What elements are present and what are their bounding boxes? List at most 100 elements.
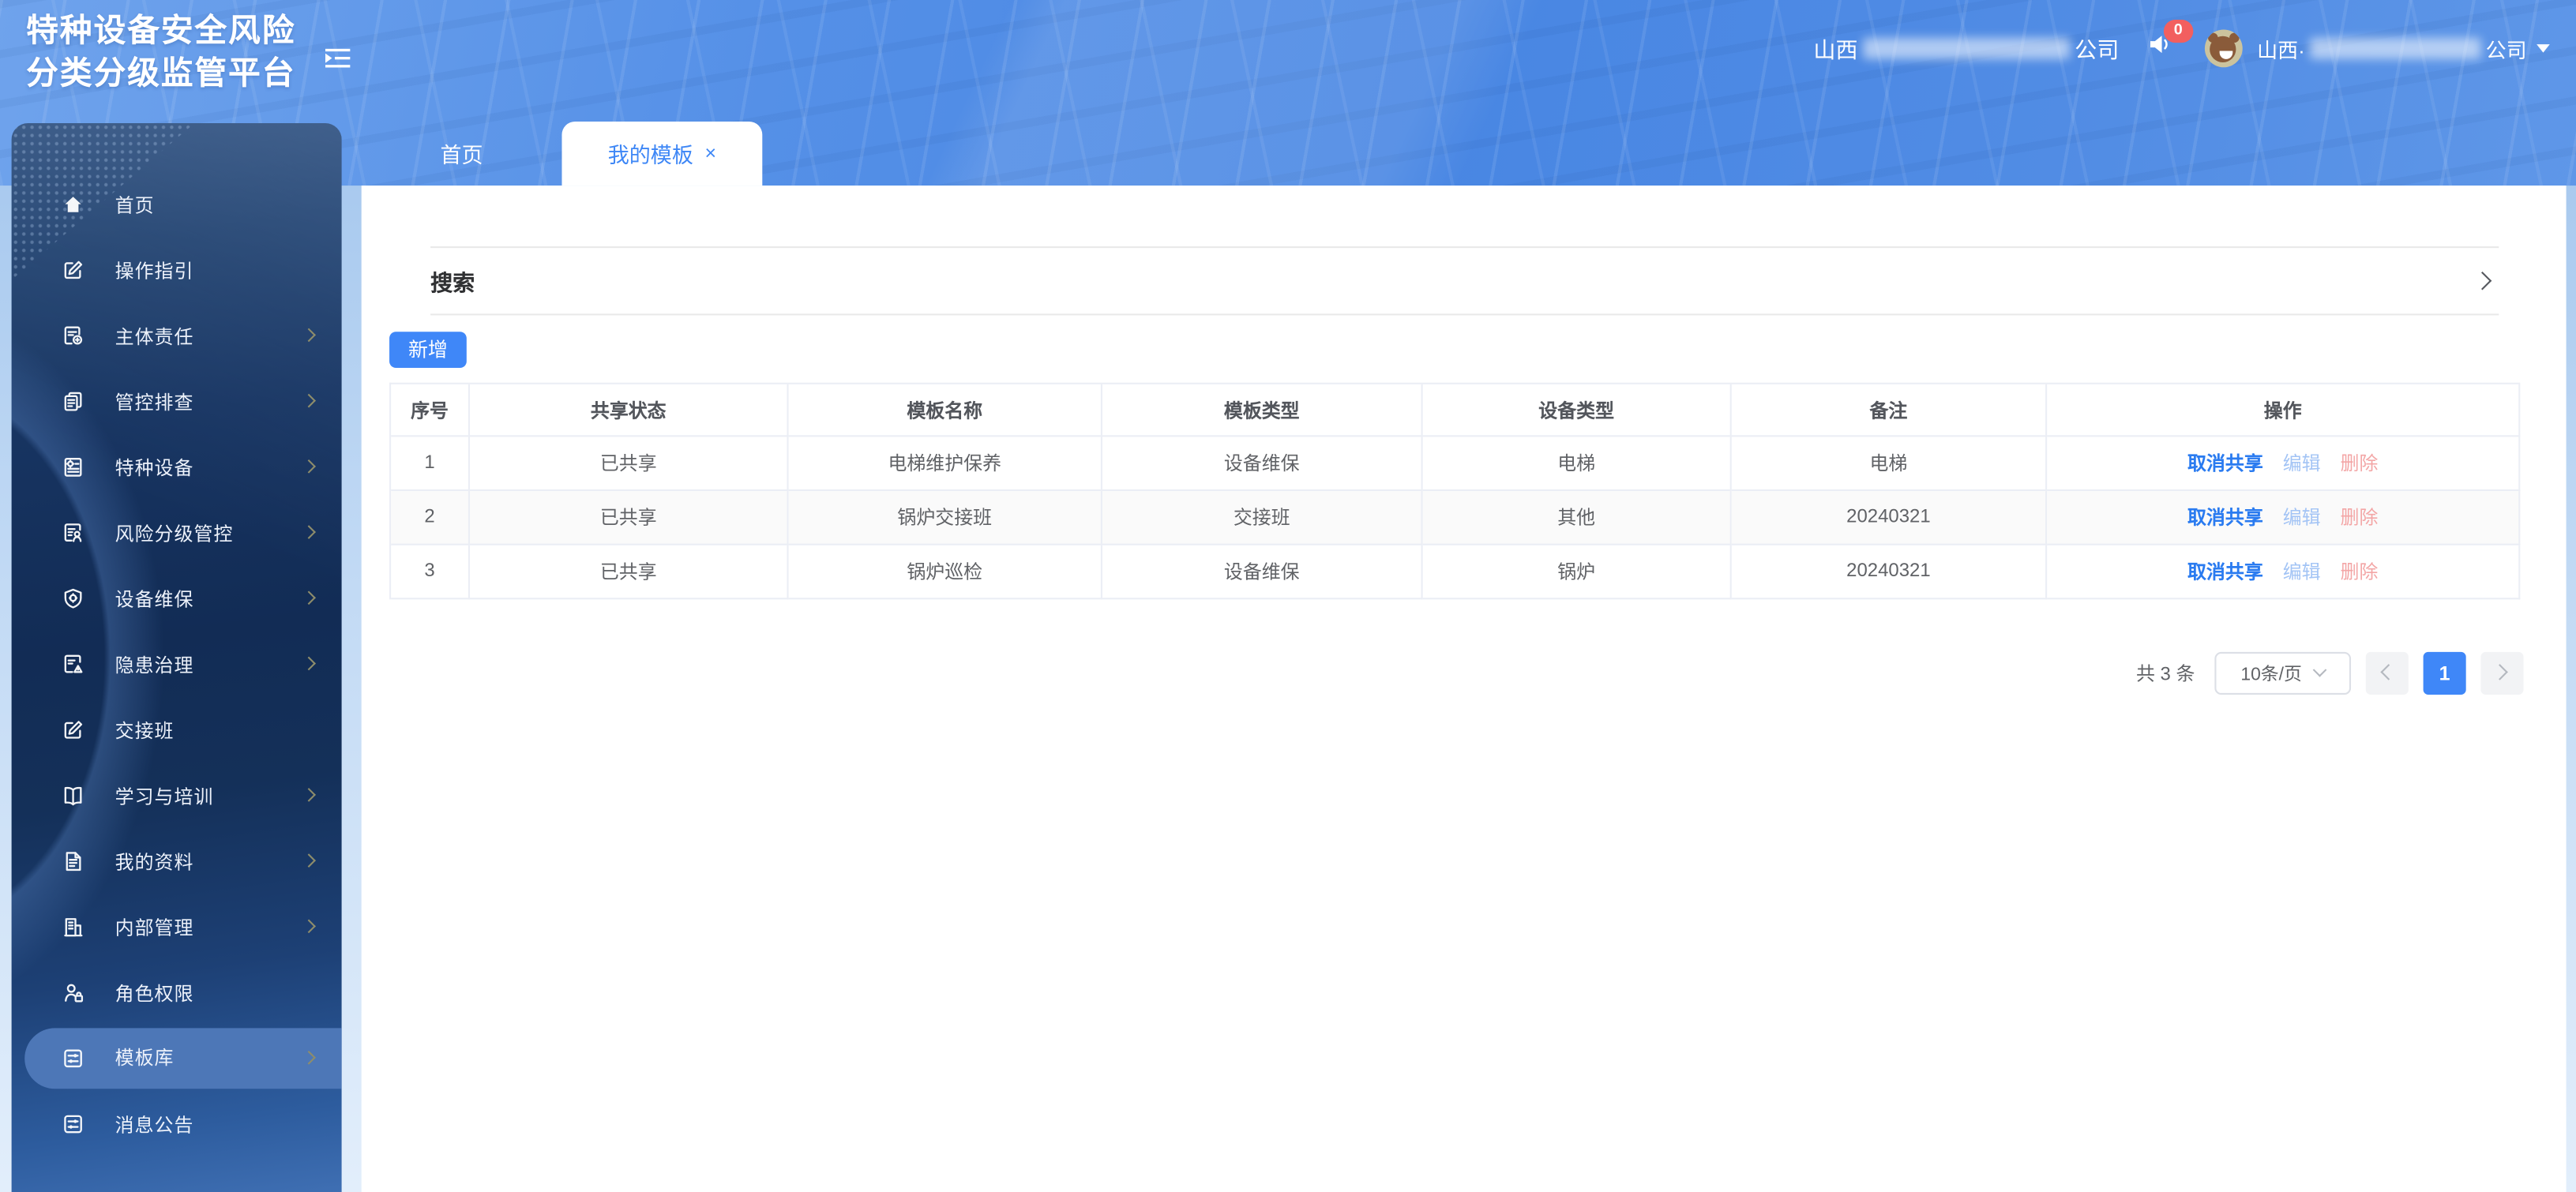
chevron-left-icon — [2382, 665, 2398, 680]
home-icon — [61, 192, 85, 216]
company-name: 山西 公司 — [1813, 36, 2120, 63]
cell-remark: 20240321 — [1731, 491, 2048, 545]
table-row: 2 已共享 锅炉交接班 交接班 其他 20240321 取消共享 编辑 删除 — [391, 491, 2521, 545]
cancel-share-link[interactable]: 取消共享 — [2187, 504, 2263, 530]
company-name-redacted — [1862, 36, 2070, 58]
pages-icon — [61, 389, 85, 414]
cell-no: 1 — [391, 437, 470, 492]
column-header: 操作 — [2047, 384, 2521, 437]
doc-lines-icon — [61, 849, 85, 874]
cell-share-status: 已共享 — [469, 437, 789, 492]
next-page-button[interactable] — [2480, 650, 2524, 694]
sidebar-item-learning-training[interactable]: 学习与培训 — [12, 763, 342, 828]
chevron-right-icon — [2492, 665, 2507, 680]
cell-share-status: 已共享 — [469, 491, 789, 545]
sidebar-item-announcements[interactable]: 消息公告 — [12, 1091, 342, 1156]
tab-bar: 首页 我的模板 × — [362, 120, 763, 186]
sidebar-item-special-equipment[interactable]: 特种设备 — [12, 434, 342, 500]
sidebar-item-operation-guide[interactable]: 操作指引 — [12, 238, 342, 303]
chevron-right-icon — [302, 393, 316, 408]
tab-my-templates[interactable]: 我的模板 × — [561, 120, 763, 186]
cell-template-type: 设备维保 — [1102, 437, 1423, 492]
pagination: 共 3 条 10条/页 1 — [2136, 650, 2524, 695]
tab-close-icon[interactable]: × — [704, 143, 716, 163]
add-button[interactable]: 新增 — [389, 331, 467, 367]
templates-table: 序号 共享状态 模板名称 模板类型 设备类型 备注 操作 1 已共享 电梯维护保… — [389, 382, 2521, 600]
sidebar-item-control-inspection[interactable]: 管控排查 — [12, 369, 342, 434]
chevron-down-icon — [2312, 662, 2327, 677]
edit-link[interactable]: 编辑 — [2283, 504, 2321, 530]
delete-link[interactable]: 删除 — [2341, 504, 2379, 530]
chevron-right-icon — [302, 788, 316, 802]
sidebar-item-template-library[interactable]: 模板库 — [24, 1027, 342, 1089]
table-header-row: 序号 共享状态 模板名称 模板类型 设备类型 备注 操作 — [391, 384, 2521, 437]
column-header: 设备类型 — [1422, 384, 1732, 437]
app-title-line1: 特种设备安全风险 — [26, 13, 296, 50]
table-row: 1 已共享 电梯维护保养 设备维保 电梯 电梯 取消共享 编辑 删除 — [391, 437, 2521, 492]
content-panel: 搜索 新增 序号 共享状态 模板名称 模板类型 设备类型 备注 操作 1 已共享… — [361, 185, 2566, 1192]
page-size-select[interactable]: 10条/页 — [2214, 650, 2352, 694]
column-header: 备注 — [1731, 384, 2048, 437]
search-label: 搜索 — [430, 271, 475, 296]
prev-page-button[interactable] — [2365, 650, 2409, 694]
book-icon — [61, 783, 85, 808]
doc-gear-icon — [61, 455, 85, 479]
chevron-right-icon — [302, 656, 316, 671]
cell-template-name: 锅炉交接班 — [788, 491, 1102, 545]
edit-link[interactable]: 编辑 — [2283, 450, 2321, 476]
column-header: 模板类型 — [1102, 384, 1423, 437]
doc-person-icon — [61, 520, 85, 545]
user-name-redacted — [2310, 36, 2481, 58]
chevron-right-icon[interactable] — [2472, 271, 2492, 291]
shield-gear-icon — [61, 587, 85, 611]
sliders-icon — [61, 1045, 85, 1070]
sidebar-menu: 首页 操作指引 主体责任 管控排查 特种设备 风险分级管控 设备维保 隐患治理 … — [12, 122, 342, 1157]
cell-device-type: 锅炉 — [1422, 545, 1732, 600]
sidebar: 首页 操作指引 主体责任 管控排查 特种设备 风险分级管控 设备维保 隐患治理 … — [11, 122, 342, 1192]
page-1-button[interactable]: 1 — [2423, 650, 2466, 694]
cell-template-type: 设备维保 — [1102, 545, 1423, 600]
tab-home[interactable]: 首页 — [362, 121, 562, 185]
cell-template-type: 交接班 — [1102, 491, 1423, 545]
sidebar-item-main-responsibility[interactable]: 主体责任 — [12, 303, 342, 369]
sidebar-item-role-permissions[interactable]: 角色权限 — [12, 960, 342, 1025]
chevron-right-icon — [302, 328, 316, 343]
cell-remark: 电梯 — [1731, 437, 2048, 492]
cell-operations: 取消共享 编辑 删除 — [2047, 491, 2521, 545]
edit-square-icon — [61, 718, 85, 742]
chevron-right-icon — [302, 590, 316, 605]
column-header: 模板名称 — [788, 384, 1102, 437]
search-collapse-header[interactable]: 搜索 — [430, 246, 2499, 316]
delete-link[interactable]: 删除 — [2341, 558, 2379, 584]
cancel-share-link[interactable]: 取消共享 — [2187, 558, 2263, 584]
cell-remark: 20240321 — [1731, 545, 2048, 600]
sidebar-item-risk-classification[interactable]: 风险分级管控 — [12, 500, 342, 565]
cell-device-type: 电梯 — [1422, 437, 1732, 492]
chevron-right-icon — [302, 459, 316, 474]
sidebar-collapse-icon[interactable] — [325, 47, 351, 69]
app-title-line2: 分类分级监管平台 — [26, 55, 296, 92]
sidebar-item-equipment-maintenance[interactable]: 设备维保 — [12, 566, 342, 632]
edit-link[interactable]: 编辑 — [2283, 558, 2321, 584]
cell-template-name: 电梯维护保养 — [788, 437, 1102, 492]
sidebar-item-hazard-management[interactable]: 隐患治理 — [12, 632, 342, 697]
caret-down-icon — [2537, 43, 2550, 52]
sidebar-item-my-documents[interactable]: 我的资料 — [12, 829, 342, 894]
cell-operations: 取消共享 编辑 删除 — [2047, 545, 2521, 600]
cell-device-type: 其他 — [1422, 491, 1732, 545]
delete-link[interactable]: 删除 — [2341, 450, 2379, 476]
doc-warning-icon — [61, 652, 85, 677]
cancel-share-link[interactable]: 取消共享 — [2187, 450, 2263, 476]
sidebar-item-internal-management[interactable]: 内部管理 — [12, 894, 342, 960]
column-header: 序号 — [391, 384, 470, 437]
pagination-total: 共 3 条 — [2135, 664, 2195, 684]
sidebar-item-home[interactable]: 首页 — [12, 171, 342, 237]
page: 特种设备安全风险 分类分级监管平台 山西 公司 0 山西· 公司 首页 我的模板… — [0, 0, 2576, 1192]
sidebar-item-shift-handover[interactable]: 交接班 — [12, 697, 342, 763]
column-header: 共享状态 — [469, 384, 789, 437]
user-menu[interactable]: 山西· 公司 — [2257, 32, 2550, 64]
notification-button[interactable]: 0 — [2147, 18, 2193, 64]
header-right: 山西 公司 0 山西· 公司 — [1813, 0, 2550, 96]
table-row: 3 已共享 锅炉巡检 设备维保 锅炉 20240321 取消共享 编辑 删除 — [391, 545, 2521, 600]
avatar[interactable] — [2204, 28, 2243, 67]
